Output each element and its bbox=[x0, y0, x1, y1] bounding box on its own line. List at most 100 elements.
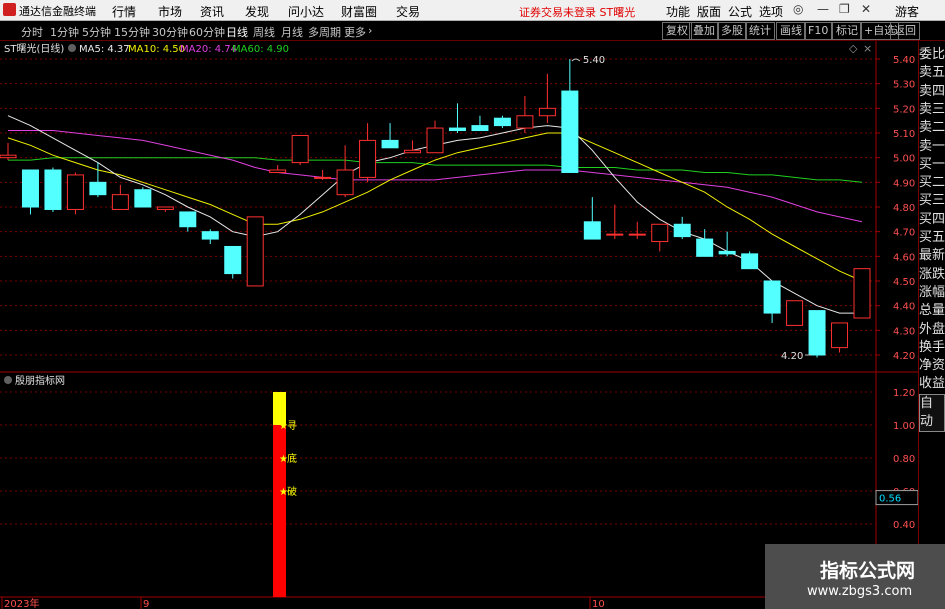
ma-legend-2: MA20: 4.74 bbox=[180, 44, 237, 55]
menu-quotes[interactable]: 行情 bbox=[112, 3, 136, 20]
sidebar-item[interactable]: 卖二 bbox=[919, 119, 945, 137]
sidebar-item[interactable]: 买五 bbox=[919, 229, 945, 247]
chart-labels: 5.40 4.20 ST曙光(日线) MA5: 4.37MA10: 4.50MA20:… bbox=[4, 42, 872, 387]
period-multi[interactable]: 多周期 bbox=[308, 24, 341, 40]
close-chart-icon: × bbox=[863, 42, 872, 55]
sidebar-item[interactable]: 涨跌 bbox=[919, 266, 945, 284]
indicator-tick-label: 0.40 bbox=[893, 520, 915, 531]
candle-up bbox=[291, 134, 309, 164]
menu-market[interactable]: 市场 bbox=[158, 3, 182, 20]
period-5min[interactable]: 5分钟 bbox=[82, 24, 111, 40]
price-tick-label: 5.10 bbox=[893, 129, 915, 140]
price-tick-label: 4.50 bbox=[893, 277, 915, 288]
ma-legend-0: MA5: 4.37 bbox=[79, 44, 130, 55]
multi-stock-button[interactable]: 多股 bbox=[717, 22, 747, 40]
indicator-bars: ★ 寻★ 底★ 破 bbox=[273, 392, 297, 597]
menu-formula[interactable]: 公式 bbox=[728, 3, 752, 20]
candle-down bbox=[448, 127, 466, 132]
sidebar-item[interactable]: 总量 bbox=[919, 302, 945, 320]
indicator-tick-label: 1.20 bbox=[893, 388, 915, 399]
candlesticks bbox=[0, 59, 871, 358]
candle-down bbox=[493, 117, 511, 127]
login-status: 证券交易未登录 ST曙光 bbox=[519, 6, 636, 19]
sidebar-item[interactable]: 卖四 bbox=[919, 83, 945, 101]
period-1min[interactable]: 1分钟 bbox=[50, 24, 79, 40]
draw-line-button[interactable]: 画线 bbox=[776, 22, 806, 40]
ma60-line bbox=[8, 157, 863, 183]
price-tick-label: 4.70 bbox=[893, 228, 915, 239]
indicator-settings-icon bbox=[4, 376, 12, 384]
price-tick-label: 4.80 bbox=[893, 203, 915, 214]
menu-trade[interactable]: 交易 bbox=[396, 3, 420, 20]
sidebar-item[interactable]: 涨幅 bbox=[919, 284, 945, 302]
menu-ask[interactable]: 问小达 bbox=[288, 3, 324, 20]
candle-down bbox=[808, 310, 826, 356]
back-button[interactable]: 返回 bbox=[890, 22, 920, 40]
sidebar-item[interactable]: 卖五 bbox=[919, 64, 945, 82]
adjust-button[interactable]: 复权 bbox=[662, 22, 692, 40]
sidebar-item[interactable]: 卖一 bbox=[919, 138, 945, 156]
sidebar-item[interactable]: 换手 bbox=[919, 339, 945, 357]
candle-up bbox=[246, 216, 264, 287]
kline-chart[interactable]: 5.40 5.30 5.20 5.10 5.00 4.90 4.80 4.70 4.60 4.50… bbox=[0, 41, 918, 609]
price-tick-label: 4.60 bbox=[893, 252, 915, 263]
candle-down bbox=[561, 90, 579, 173]
candle-down bbox=[696, 238, 714, 257]
f10-button[interactable]: F10 bbox=[804, 22, 833, 40]
menu-wealth[interactable]: 财富圈 bbox=[341, 3, 377, 20]
mark-button[interactable]: 标记 bbox=[832, 22, 862, 40]
sidebar-item[interactable]: 自动 bbox=[919, 393, 945, 432]
watermark-title: 指标公式网 bbox=[820, 560, 916, 582]
headset-icon[interactable]: ◎ bbox=[793, 2, 803, 16]
diamond-icon: ◇ bbox=[849, 42, 858, 55]
signal-label: 底 bbox=[287, 452, 297, 465]
price-axis: 5.40 5.30 5.20 5.10 5.00 4.90 4.80 4.70 4.60 4.50… bbox=[876, 55, 915, 362]
candle-up bbox=[606, 233, 624, 236]
overlay-button[interactable]: 叠加 bbox=[689, 22, 719, 40]
menu-layout[interactable]: 版面 bbox=[697, 3, 721, 20]
sidebar-item[interactable]: 外盘 bbox=[919, 321, 945, 339]
period-tick[interactable]: 分时 bbox=[21, 24, 43, 40]
candle-down bbox=[673, 223, 691, 238]
period-15min[interactable]: 15分钟 bbox=[114, 24, 150, 40]
sidebar-item[interactable]: 卖三 bbox=[919, 101, 945, 119]
guest-label[interactable]: 游客 bbox=[895, 3, 919, 20]
period-60min[interactable]: 60分钟 bbox=[189, 24, 225, 40]
candle-up bbox=[853, 268, 871, 319]
sidebar-item[interactable]: 净资 bbox=[919, 357, 945, 375]
candle-down bbox=[741, 253, 759, 270]
candle-up bbox=[66, 174, 84, 210]
date-label: 10 bbox=[592, 599, 605, 609]
restore-icon[interactable]: ❐ bbox=[839, 2, 850, 16]
stock-title: ST曙光(日线) bbox=[4, 42, 64, 55]
candle-up bbox=[111, 194, 129, 210]
stats-button[interactable]: 统计 bbox=[745, 22, 775, 40]
low-label: 4.20 bbox=[781, 351, 803, 362]
menu-function[interactable]: 功能 bbox=[666, 3, 690, 20]
minimize-icon[interactable]: — bbox=[817, 2, 829, 16]
period-monthly[interactable]: 月线 bbox=[281, 24, 303, 40]
sidebar-item[interactable]: 买二 bbox=[919, 174, 945, 192]
sidebar-item[interactable]: 收益 bbox=[919, 375, 945, 393]
menu-news[interactable]: 资讯 bbox=[200, 3, 224, 20]
sidebar-item[interactable]: 委比 bbox=[919, 46, 945, 64]
menu-options[interactable]: 选项 bbox=[759, 3, 783, 20]
period-daily[interactable]: 日线 bbox=[226, 24, 248, 40]
sidebar-item[interactable]: 最新 bbox=[919, 247, 945, 265]
period-30min[interactable]: 30分钟 bbox=[152, 24, 188, 40]
sidebar-item[interactable]: 买三 bbox=[919, 192, 945, 210]
candle-down bbox=[44, 169, 62, 210]
period-weekly[interactable]: 周线 bbox=[253, 24, 275, 40]
candle-up bbox=[516, 115, 534, 129]
candle-down bbox=[471, 125, 489, 132]
indicator-red-bar bbox=[273, 425, 286, 597]
candle-down bbox=[583, 221, 601, 240]
sidebar-item[interactable]: 买四 bbox=[919, 211, 945, 229]
period-more[interactable]: 更多 bbox=[344, 24, 366, 40]
candle-up bbox=[628, 233, 646, 236]
sidebar-item[interactable]: 买一 bbox=[919, 156, 945, 174]
menu-discover[interactable]: 发现 bbox=[245, 3, 269, 20]
chevron-right-icon[interactable]: › bbox=[368, 24, 372, 37]
candle-up bbox=[651, 223, 669, 243]
close-icon[interactable]: ✕ bbox=[861, 2, 871, 16]
